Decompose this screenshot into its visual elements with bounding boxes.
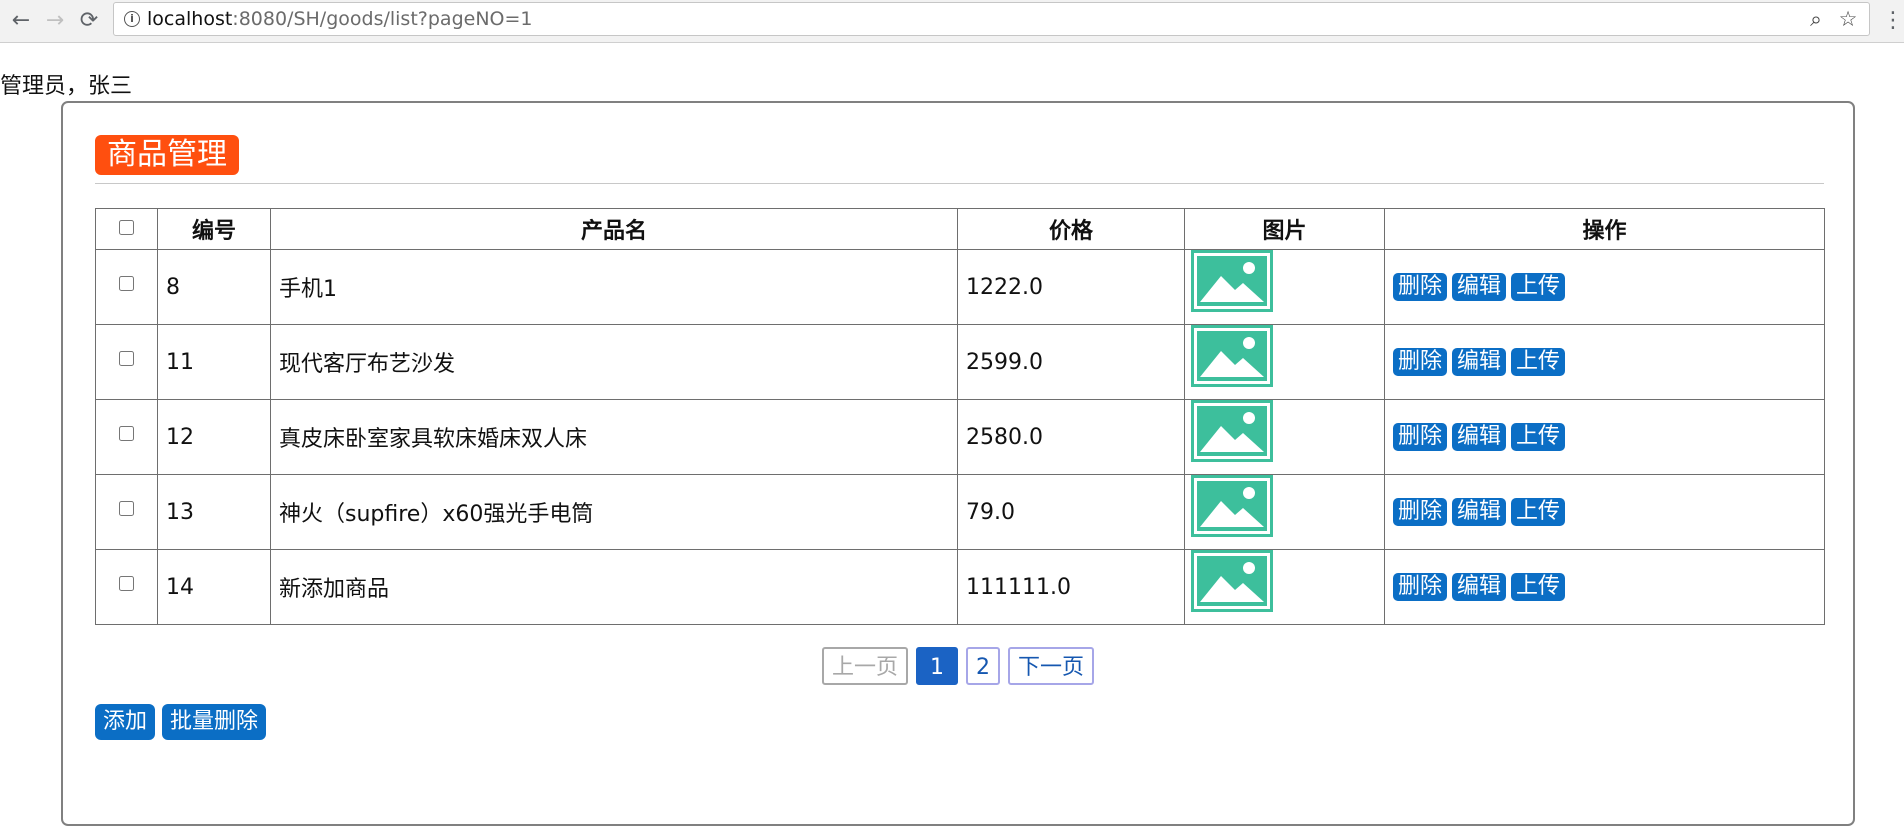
row-select-cell bbox=[95, 249, 158, 325]
cell-id: 12 bbox=[157, 399, 271, 475]
select-all-checkbox[interactable] bbox=[119, 220, 134, 235]
cell-price: 1222.0 bbox=[957, 249, 1185, 325]
goods-panel: 商品管理 编号 产品名 价格 图片 操作 8 手机1 1222.0 删除 编辑 上传 11 现… bbox=[61, 101, 1855, 826]
table-row: 14 新添加商品 111111.0 删除 编辑 上传 bbox=[95, 549, 1825, 625]
cell-image bbox=[1184, 549, 1385, 625]
cell-name: 真皮床卧室家具软床婚床双人床 bbox=[270, 399, 958, 475]
column-header-price: 价格 bbox=[957, 208, 1185, 250]
cell-name: 手机1 bbox=[270, 249, 958, 325]
image-placeholder-icon bbox=[1191, 400, 1273, 462]
cell-actions: 删除 编辑 上传 bbox=[1384, 249, 1825, 325]
bookmark-star-icon[interactable]: ☆ bbox=[1835, 6, 1861, 32]
row-select-cell bbox=[95, 549, 158, 625]
row-checkbox[interactable] bbox=[119, 276, 134, 291]
goods-table-body: 8 手机1 1222.0 删除 编辑 上传 11 现代客厅布艺沙发 2599.0 删除 编辑 上传 12… bbox=[95, 249, 1825, 625]
cell-image bbox=[1184, 474, 1385, 550]
upload-button[interactable]: 上传 bbox=[1511, 273, 1566, 301]
delete-button[interactable]: 删除 bbox=[1393, 573, 1448, 601]
upload-button[interactable]: 上传 bbox=[1511, 573, 1566, 601]
edit-button[interactable]: 编辑 bbox=[1452, 273, 1507, 301]
row-checkbox[interactable] bbox=[119, 426, 134, 441]
cell-actions: 删除 编辑 上传 bbox=[1384, 474, 1825, 550]
browser-toolbar: ← → ⟳ i localhost:8080/SH/goods/list?pag… bbox=[0, 0, 1904, 43]
cell-id: 14 bbox=[157, 549, 271, 625]
edit-button[interactable]: 编辑 bbox=[1452, 498, 1507, 526]
edit-button[interactable]: 编辑 bbox=[1452, 573, 1507, 601]
cell-actions: 删除 编辑 上传 bbox=[1384, 324, 1825, 400]
edit-button[interactable]: 编辑 bbox=[1452, 348, 1507, 376]
column-header-actions: 操作 bbox=[1384, 208, 1825, 250]
upload-button[interactable]: 上传 bbox=[1511, 348, 1566, 376]
add-button[interactable]: 添加 bbox=[95, 704, 156, 740]
delete-button[interactable]: 删除 bbox=[1393, 348, 1448, 376]
cell-name: 现代客厅布艺沙发 bbox=[270, 324, 958, 400]
column-header-image: 图片 bbox=[1184, 208, 1385, 250]
url-path: :8080/SH/goods/list?pageNO=1 bbox=[232, 8, 533, 30]
page-button-2[interactable]: 2 bbox=[966, 647, 1000, 685]
row-checkbox[interactable] bbox=[119, 351, 134, 366]
table-row: 11 现代客厅布艺沙发 2599.0 删除 编辑 上传 bbox=[95, 324, 1825, 400]
table-row: 8 手机1 1222.0 删除 编辑 上传 bbox=[95, 249, 1825, 325]
delete-button[interactable]: 删除 bbox=[1393, 273, 1448, 301]
cell-image bbox=[1184, 324, 1385, 400]
page-title: 商品管理 bbox=[95, 135, 239, 175]
delete-button[interactable]: 删除 bbox=[1393, 498, 1448, 526]
edit-button[interactable]: 编辑 bbox=[1452, 423, 1507, 451]
delete-button[interactable]: 删除 bbox=[1393, 423, 1448, 451]
upload-button[interactable]: 上传 bbox=[1511, 498, 1566, 526]
cell-name: 新添加商品 bbox=[270, 549, 958, 625]
row-select-cell bbox=[95, 324, 158, 400]
cell-actions: 删除 编辑 上传 bbox=[1384, 549, 1825, 625]
zoom-icon[interactable]: ⌕ bbox=[1803, 6, 1829, 32]
next-page-button[interactable]: 下一页 bbox=[1008, 647, 1095, 685]
column-header-id: 编号 bbox=[157, 208, 271, 250]
row-select-cell bbox=[95, 399, 158, 475]
cell-image bbox=[1184, 249, 1385, 325]
page-button-1[interactable]: 1 bbox=[916, 647, 958, 685]
table-row: 12 真皮床卧室家具软床婚床双人床 2580.0 删除 编辑 上传 bbox=[95, 399, 1825, 475]
cell-actions: 删除 编辑 上传 bbox=[1384, 399, 1825, 475]
row-select-cell bbox=[95, 474, 158, 550]
image-placeholder-icon bbox=[1191, 550, 1273, 612]
cell-id: 11 bbox=[157, 324, 271, 400]
column-header-name: 产品名 bbox=[270, 208, 958, 250]
cell-image bbox=[1184, 399, 1385, 475]
select-all-cell bbox=[95, 208, 158, 250]
table-row: 13 神火（supfire）x60强光手电筒 79.0 删除 编辑 上传 bbox=[95, 474, 1825, 550]
image-placeholder-icon bbox=[1191, 475, 1273, 537]
cell-price: 111111.0 bbox=[957, 549, 1185, 625]
forward-arrow-icon[interactable]: → bbox=[40, 6, 70, 36]
reload-icon[interactable]: ⟳ bbox=[74, 6, 104, 36]
site-info-icon[interactable]: i bbox=[124, 11, 140, 27]
pagination: 上一页 1 2 下一页 bbox=[63, 647, 1853, 687]
upload-button[interactable]: 上传 bbox=[1511, 423, 1566, 451]
title-divider bbox=[95, 183, 1824, 184]
cell-name: 神火（supfire）x60强光手电筒 bbox=[270, 474, 958, 550]
back-arrow-icon[interactable]: ← bbox=[6, 6, 36, 36]
bulk-actions: 添加 批量删除 bbox=[95, 704, 273, 740]
cell-id: 8 bbox=[157, 249, 271, 325]
goods-table: 编号 产品名 价格 图片 操作 8 手机1 1222.0 删除 编辑 上传 11 现代客厅布艺… bbox=[95, 208, 1825, 625]
cell-id: 13 bbox=[157, 474, 271, 550]
table-header-row: 编号 产品名 价格 图片 操作 bbox=[95, 208, 1825, 250]
welcome-text: 管理员，张三 bbox=[0, 74, 133, 99]
address-url[interactable]: localhost:8080/SH/goods/list?pageNO=1 bbox=[147, 3, 533, 35]
url-host: localhost bbox=[147, 8, 233, 30]
cell-price: 2580.0 bbox=[957, 399, 1185, 475]
image-placeholder-icon bbox=[1191, 325, 1273, 387]
batch-delete-button[interactable]: 批量删除 bbox=[162, 704, 267, 740]
browser-menu-icon[interactable]: ⋮ bbox=[1882, 6, 1904, 36]
cell-price: 2599.0 bbox=[957, 324, 1185, 400]
address-bar[interactable]: i localhost:8080/SH/goods/list?pageNO=1 … bbox=[113, 2, 1870, 36]
cell-price: 79.0 bbox=[957, 474, 1185, 550]
row-checkbox[interactable] bbox=[119, 501, 134, 516]
image-placeholder-icon bbox=[1191, 250, 1273, 312]
prev-page-button[interactable]: 上一页 bbox=[821, 647, 908, 685]
row-checkbox[interactable] bbox=[119, 576, 134, 591]
